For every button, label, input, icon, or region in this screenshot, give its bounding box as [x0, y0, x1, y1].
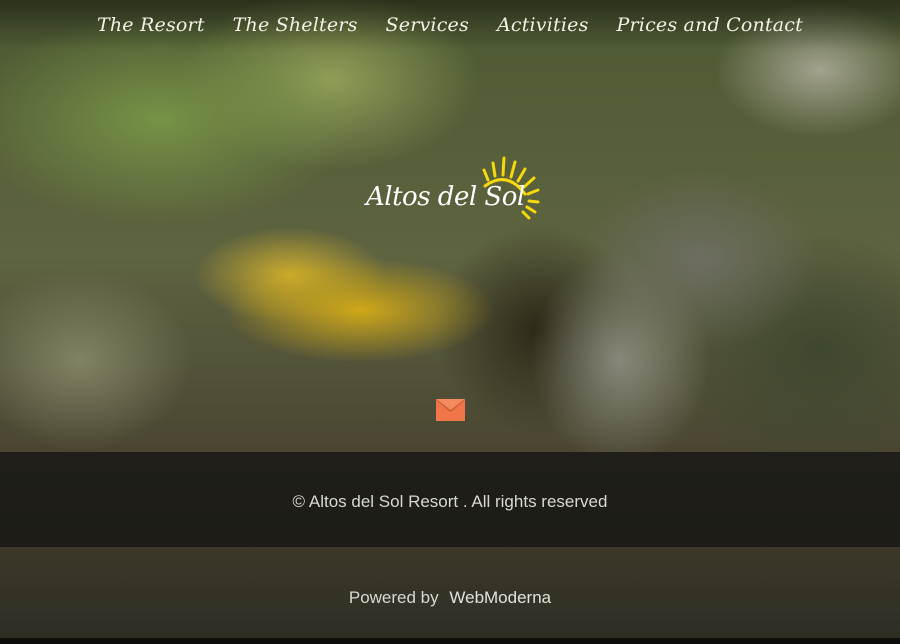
site-logo[interactable]: Altos del Sol — [360, 150, 545, 230]
background-photo — [0, 0, 900, 644]
contact-mail-link[interactable] — [435, 398, 466, 421]
nav-item-the-resort[interactable]: The Resort — [97, 14, 205, 36]
nav-item-the-shelters[interactable]: The Shelters — [233, 14, 358, 36]
powered-by: Powered by WebModerna — [0, 588, 900, 608]
nav-item-activities[interactable]: Activities — [497, 14, 589, 36]
mail-icon — [435, 398, 466, 421]
powered-by-label: Powered by — [348, 588, 439, 607]
nav-item-prices-and-contact[interactable]: Prices and Contact — [617, 14, 803, 36]
logo-text: Altos del Sol — [366, 182, 525, 212]
copyright-text: © Altos del Sol Resort . All rights rese… — [292, 492, 608, 511]
main-navigation: The Resort The Shelters Services Activit… — [0, 0, 900, 50]
nav-item-services[interactable]: Services — [386, 14, 469, 36]
bottom-divider — [0, 638, 900, 644]
webmoderna-link[interactable]: WebModerna — [449, 588, 551, 607]
